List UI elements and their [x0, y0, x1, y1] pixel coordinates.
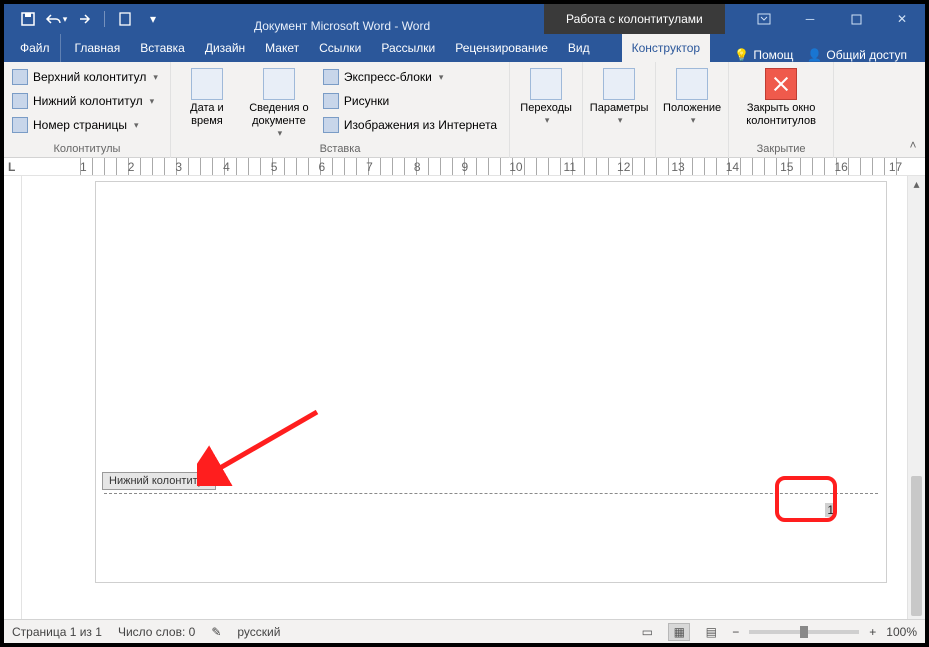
group-navigation: Переходы▾ [510, 62, 583, 158]
pictures-button[interactable]: Рисунки [321, 90, 503, 112]
page-number-icon [12, 117, 28, 133]
page: Нижний колонтитул 1 [96, 182, 886, 582]
position-icon [676, 68, 708, 100]
options-icon [603, 68, 635, 100]
new-doc-icon[interactable] [113, 8, 137, 30]
calendar-icon [191, 68, 223, 100]
group-headers-footers: Верхний колонтитул▾ Нижний колонтитул▾ Н… [4, 62, 171, 158]
context-tab-group: Работа с колонтитулами [544, 4, 725, 34]
group-insert-middle: Дата и время Сведения о документе▾ Экспр… [171, 62, 510, 158]
group-options: Параметры▾ [583, 62, 656, 158]
share-icon: 👤 [807, 48, 822, 62]
window-title: Документ Microsoft Word - Word [254, 19, 430, 33]
view-web-layout-icon[interactable]: ▤ [700, 623, 722, 641]
redo-icon[interactable] [72, 8, 96, 30]
pictures-icon [323, 93, 339, 109]
group-position: Положение▾ [656, 62, 729, 158]
close-icon[interactable]: ✕ [879, 4, 925, 34]
tab-layout[interactable]: Макет [255, 34, 309, 62]
navigation-icon [530, 68, 562, 100]
online-pictures-button[interactable]: Изображения из Интернета [321, 114, 503, 136]
horizontal-ruler[interactable]: L 1234567891011121314151617 [4, 158, 925, 176]
tab-view[interactable]: Вид [558, 34, 600, 62]
ribbon: Верхний колонтитул▾ Нижний колонтитул▾ Н… [4, 62, 925, 158]
status-page[interactable]: Страница 1 из 1 [12, 625, 102, 639]
title-bar: ▾ ▾ Документ Microsoft Word - Word Работ… [4, 4, 925, 34]
group-label: Закрытие [735, 141, 827, 158]
position-button[interactable]: Положение▾ [662, 66, 722, 126]
collapse-ribbon-icon[interactable]: ˄ [905, 137, 921, 153]
view-print-layout-icon[interactable]: ▦ [668, 623, 690, 641]
header-button[interactable]: Верхний колонтитул▾ [10, 66, 164, 88]
save-icon[interactable] [16, 8, 40, 30]
footer-tag[interactable]: Нижний колонтитул [102, 472, 216, 490]
tab-home[interactable]: Главная [65, 34, 131, 62]
zoom-in-button[interactable]: + [869, 625, 876, 639]
view-read-mode-icon[interactable]: ▭ [636, 623, 658, 641]
vertical-ruler[interactable] [4, 176, 22, 619]
tab-file[interactable]: Файл [10, 34, 61, 62]
online-pictures-icon [323, 117, 339, 133]
group-label: Колонтитулы [10, 141, 164, 158]
share-button[interactable]: 👤Общий доступ [807, 48, 907, 62]
spellcheck-icon[interactable]: ✎ [211, 625, 221, 639]
tab-insert[interactable]: Вставка [130, 34, 195, 62]
zoom-out-button[interactable]: − [732, 625, 739, 639]
maximize-icon[interactable] [833, 4, 879, 34]
document-info-button[interactable]: Сведения о документе▾ [243, 66, 315, 139]
status-word-count[interactable]: Число слов: 0 [118, 625, 195, 639]
footer-boundary [104, 493, 878, 494]
qat-customize-icon[interactable]: ▾ [141, 8, 165, 30]
undo-icon[interactable]: ▾ [44, 8, 68, 30]
group-label: Вставка [177, 141, 503, 158]
quick-parts-icon [323, 69, 339, 85]
tab-mailings[interactable]: Рассылки [371, 34, 445, 62]
footer-icon [12, 93, 28, 109]
page-number-button[interactable]: Номер страницы▾ [10, 114, 164, 136]
close-header-footer-button[interactable]: Закрыть окно колонтитулов [735, 66, 827, 128]
close-hf-icon [765, 68, 797, 100]
tab-design[interactable]: Дизайн [195, 34, 255, 62]
scroll-thumb[interactable] [911, 476, 922, 616]
date-time-button[interactable]: Дата и время [177, 66, 237, 128]
tab-review[interactable]: Рецензирование [445, 34, 558, 62]
ribbon-tabs: Файл Главная Вставка Дизайн Макет Ссылки… [4, 34, 925, 62]
quick-access-toolbar: ▾ ▾ [4, 8, 165, 30]
footer-button[interactable]: Нижний колонтитул▾ [10, 90, 164, 112]
lightbulb-icon: 💡 [734, 48, 749, 62]
scroll-up-icon[interactable]: ▴ [908, 176, 925, 192]
tab-header-footer-design[interactable]: Конструктор [622, 34, 710, 62]
ruler-corner: L [8, 160, 15, 174]
status-bar: Страница 1 из 1 Число слов: 0 ✎ русский … [4, 619, 925, 643]
ribbon-display-options-icon[interactable] [741, 4, 787, 34]
tell-me[interactable]: 💡Помощ [734, 48, 793, 62]
doc-info-icon [263, 68, 295, 100]
tab-references[interactable]: Ссылки [309, 34, 371, 62]
minimize-icon[interactable]: ─ [787, 4, 833, 34]
header-icon [12, 69, 28, 85]
document-canvas[interactable]: Нижний колонтитул 1 [22, 176, 907, 619]
ruler-numbers: 1234567891011121314151617 [80, 160, 902, 174]
navigation-button[interactable]: Переходы▾ [516, 66, 576, 126]
page-number-field[interactable]: 1 [825, 503, 836, 517]
zoom-slider[interactable] [749, 630, 859, 634]
quick-parts-button[interactable]: Экспресс-блоки▾ [321, 66, 503, 88]
status-language[interactable]: русский [237, 625, 280, 639]
vertical-scrollbar[interactable]: ▴ [907, 176, 925, 619]
zoom-level[interactable]: 100% [886, 625, 917, 639]
options-button[interactable]: Параметры▾ [589, 66, 649, 126]
group-close: Закрыть окно колонтитулов Закрытие [729, 62, 834, 158]
